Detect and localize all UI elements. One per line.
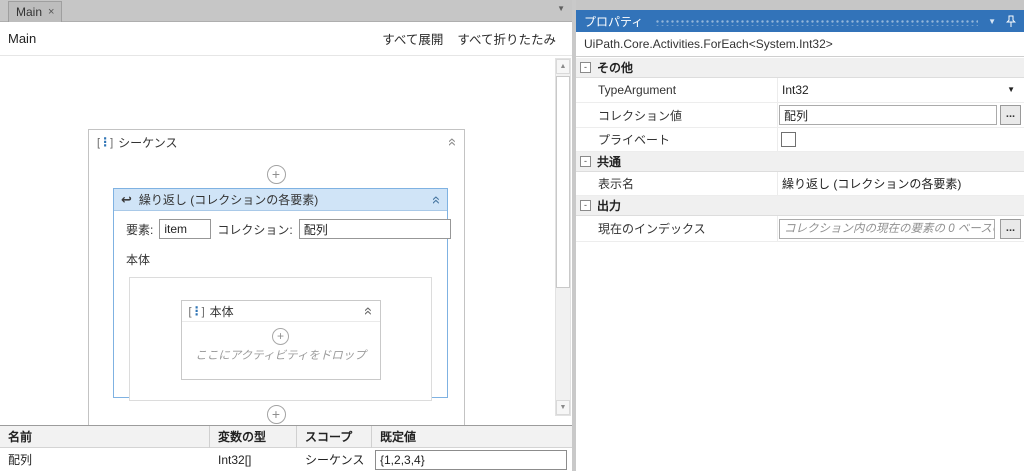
workflow-canvas[interactable]: [⋮] シーケンス 繰り返し (コレクションの各要素) 要素: bbox=[0, 55, 572, 425]
foreach-collapse-icon[interactable] bbox=[431, 195, 441, 203]
display-name-row: 表示名 繰り返し (コレクションの各要素) bbox=[576, 172, 1024, 196]
body-drop-zone[interactable]: ここにアクティビティをドロップ bbox=[182, 322, 380, 363]
variables-col-scope[interactable]: スコープ bbox=[297, 426, 372, 448]
type-argument-dropdown-icon[interactable] bbox=[1007, 85, 1015, 94]
collection-value-row: コレクション値 bbox=[576, 103, 1024, 128]
sequence-icon: [⋮] bbox=[97, 135, 113, 149]
type-argument-value[interactable]: Int32 bbox=[782, 78, 809, 102]
add-activity-button-body[interactable] bbox=[272, 328, 289, 345]
collapse-section-icon[interactable] bbox=[580, 62, 591, 73]
foreach-loop-icon bbox=[121, 193, 132, 206]
collapse-all-link[interactable]: すべて折りたたみ bbox=[457, 29, 556, 48]
collection-value-label: コレクション値 bbox=[598, 108, 683, 123]
element-label: 要素: bbox=[126, 222, 154, 237]
foreach-header[interactable]: 繰り返し (コレクションの各要素) bbox=[114, 189, 447, 211]
sequence-header[interactable]: [⋮] シーケンス bbox=[89, 130, 464, 154]
properties-panel: プロパティ UiPath.Core.Activities.ForEach<Sys… bbox=[576, 0, 1024, 471]
window-position-dropdown-icon[interactable] bbox=[988, 17, 996, 26]
tab-main[interactable]: Main × bbox=[8, 1, 63, 22]
current-index-label: 現在のインデックス bbox=[598, 222, 706, 236]
foreach-body: 要素: コレクション: 本体 [⋮] 本体 bbox=[114, 211, 451, 401]
foreach-title: 繰り返し (コレクションの各要素) bbox=[138, 193, 319, 207]
tab-main-label: Main bbox=[16, 5, 43, 19]
document-tabstrip: Main × bbox=[0, 0, 572, 22]
sequence-collapse-icon[interactable] bbox=[447, 138, 457, 146]
section-other[interactable]: その他 bbox=[576, 58, 1024, 78]
tab-list-dropdown-icon[interactable] bbox=[557, 4, 565, 13]
section-output[interactable]: 出力 bbox=[576, 196, 1024, 216]
collection-value-input[interactable] bbox=[779, 105, 997, 125]
properties-top-gap bbox=[576, 0, 1024, 10]
element-input[interactable] bbox=[159, 219, 212, 239]
collection-label: コレクション: bbox=[217, 222, 293, 237]
breadcrumb[interactable]: Main bbox=[8, 31, 36, 46]
display-name-value[interactable]: 繰り返し (コレクションの各要素) bbox=[782, 172, 961, 195]
body-label: 本体 bbox=[126, 253, 151, 267]
pin-icon[interactable] bbox=[1006, 15, 1016, 28]
body-sequence-icon: [⋮] bbox=[188, 304, 205, 318]
current-index-input[interactable]: コレクション内の現在の要素の 0 ベースの bbox=[779, 219, 995, 239]
section-other-label: その他 bbox=[597, 61, 634, 75]
body-sequence-activity[interactable]: [⋮] 本体 ここにアクティビティをドロップ bbox=[180, 300, 381, 380]
private-checkbox[interactable] bbox=[781, 132, 796, 147]
variable-type[interactable]: Int32[] bbox=[210, 448, 297, 471]
section-common[interactable]: 共通 bbox=[576, 152, 1024, 172]
private-row: プライベート bbox=[576, 128, 1024, 152]
variables-col-default[interactable]: 既定値 bbox=[372, 426, 572, 448]
uipath-designer-window: Main × Main すべて展開 すべて折りたたみ [⋮] シーケンス bbox=[0, 0, 1024, 471]
activity-type: UiPath.Core.Activities.ForEach<System.In… bbox=[576, 32, 1024, 57]
titlebar-texture bbox=[655, 18, 979, 26]
current-index-ellipsis-button[interactable] bbox=[1000, 219, 1021, 239]
current-index-row: 現在のインデックス コレクション内の現在の要素の 0 ベースの bbox=[576, 216, 1024, 242]
add-activity-button-bottom[interactable] bbox=[266, 405, 286, 424]
collapse-section-icon[interactable] bbox=[580, 156, 591, 167]
scroll-up-icon[interactable] bbox=[556, 59, 570, 74]
vertical-scrollbar[interactable] bbox=[555, 58, 571, 416]
private-label: プライベート bbox=[598, 133, 671, 147]
variable-row[interactable]: 配列 Int32[] シーケンス bbox=[0, 448, 572, 471]
designer-pane: Main × Main すべて展開 すべて折りたたみ [⋮] シーケンス bbox=[0, 0, 572, 471]
sequence-activity[interactable]: [⋮] シーケンス 繰り返し (コレクションの各要素) 要素: bbox=[88, 129, 465, 425]
body-sequence-collapse-icon[interactable] bbox=[363, 307, 373, 315]
variables-col-type[interactable]: 変数の型 bbox=[210, 426, 297, 448]
breadcrumb-bar: Main すべて展開 すべて折りたたみ bbox=[0, 22, 572, 55]
scrollbar-thumb[interactable] bbox=[556, 76, 570, 288]
foreach-activity[interactable]: 繰り返し (コレクションの各要素) 要素: コレクション: 本体 bbox=[113, 188, 451, 401]
tab-close-icon[interactable]: × bbox=[48, 6, 54, 18]
variable-scope[interactable]: シーケンス bbox=[297, 448, 372, 471]
body-drop-area[interactable]: [⋮] 本体 ここにアクティビティをドロップ bbox=[129, 277, 432, 401]
variables-panel: 名前 変数の型 スコープ 既定値 配列 Int32[] シーケンス bbox=[0, 425, 572, 471]
add-activity-button-top[interactable] bbox=[266, 165, 286, 184]
section-output-label: 出力 bbox=[597, 199, 622, 213]
type-argument-row: TypeArgument Int32 bbox=[576, 78, 1024, 103]
sequence-title: シーケンス bbox=[118, 135, 178, 150]
body-sequence-title: 本体 bbox=[209, 304, 234, 319]
variable-name[interactable]: 配列 bbox=[0, 448, 210, 471]
body-sequence-header[interactable]: [⋮] 本体 bbox=[181, 301, 380, 322]
collapse-section-icon[interactable] bbox=[580, 200, 591, 211]
properties-title: プロパティ bbox=[584, 14, 644, 29]
scroll-down-icon[interactable] bbox=[556, 400, 570, 415]
variable-default-input[interactable] bbox=[375, 450, 567, 470]
variables-col-name[interactable]: 名前 bbox=[0, 426, 210, 448]
collection-input[interactable] bbox=[298, 219, 451, 239]
properties-titlebar[interactable]: プロパティ bbox=[576, 10, 1024, 32]
collection-ellipsis-button[interactable] bbox=[1000, 105, 1021, 125]
expand-all-link[interactable]: すべて展開 bbox=[382, 29, 443, 48]
section-common-label: 共通 bbox=[597, 155, 622, 169]
type-argument-label: TypeArgument bbox=[598, 83, 677, 97]
variables-header-row: 名前 変数の型 スコープ 既定値 bbox=[0, 426, 572, 448]
drop-hint: ここにアクティビティをドロップ bbox=[195, 350, 366, 362]
display-name-label: 表示名 bbox=[598, 177, 635, 191]
